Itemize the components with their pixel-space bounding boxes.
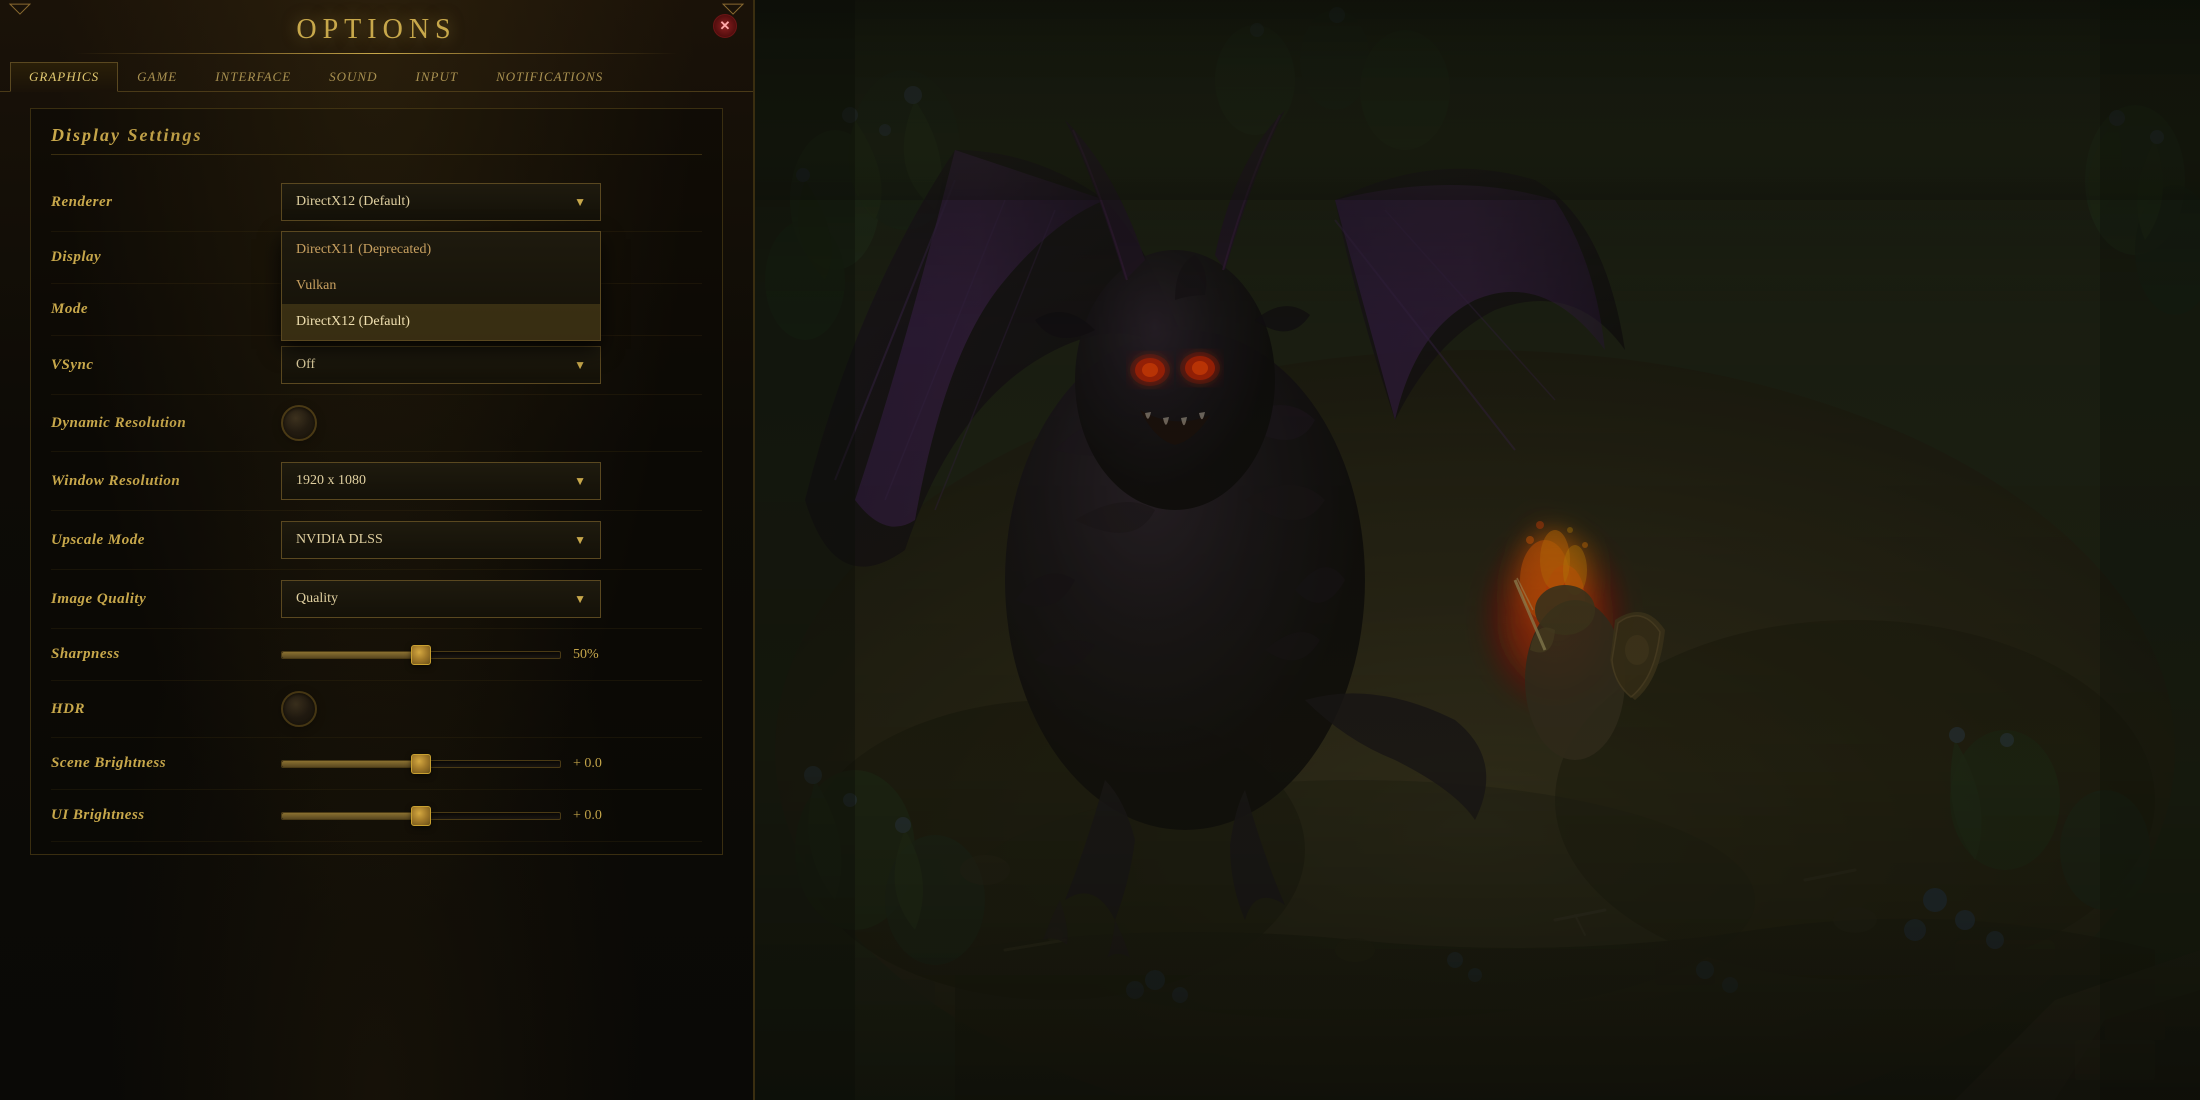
window-resolution-label: Window Resolution — [51, 473, 281, 490]
upscale-mode-arrow-icon: ▼ — [574, 533, 586, 548]
scene-brightness-thumb[interactable] — [411, 754, 431, 774]
upscale-mode-row: Upscale Mode NVIDIA DLSS ▼ — [51, 511, 702, 570]
game-scene-panel — [755, 0, 2200, 1100]
content-area: Display Settings Renderer DirectX12 (Def… — [0, 92, 753, 1100]
sharpness-track — [281, 651, 561, 659]
dynamic-resolution-control — [281, 405, 702, 441]
ui-brightness-track — [281, 812, 561, 820]
vsync-arrow-icon: ▼ — [574, 358, 586, 373]
tab-sound[interactable]: Sound — [310, 62, 396, 91]
tab-input[interactable]: Input — [397, 62, 478, 91]
options-panel: Options ✕ Graphics Game Interface Sound … — [0, 0, 755, 1100]
ui-brightness-control: + 0.0 — [281, 808, 702, 824]
image-quality-arrow-icon: ▼ — [574, 592, 586, 607]
scene-brightness-label: Scene Brightness — [51, 755, 281, 772]
scene-brightness-slider-container: + 0.0 — [281, 756, 702, 772]
window-resolution-dropdown[interactable]: 1920 x 1080 ▼ — [281, 462, 601, 500]
dynamic-resolution-toggle[interactable] — [281, 405, 317, 441]
tab-graphics[interactable]: Graphics — [10, 62, 118, 92]
renderer-option-vulkan[interactable]: Vulkan — [282, 268, 600, 304]
sharpness-row: Sharpness 50% — [51, 629, 702, 681]
nav-tabs: Graphics Game Interface Sound Input Noti… — [0, 54, 753, 92]
sharpness-thumb[interactable] — [411, 645, 431, 665]
close-button[interactable]: ✕ — [713, 14, 737, 38]
upscale-mode-dropdown[interactable]: NVIDIA DLSS ▼ — [281, 521, 601, 559]
ui-brightness-label: UI Brightness — [51, 807, 281, 824]
hdr-control — [281, 691, 702, 727]
renderer-dropdown-menu: DirectX11 (Deprecated) Vulkan DirectX12 … — [281, 231, 601, 341]
renderer-option-dx11[interactable]: DirectX11 (Deprecated) — [282, 232, 600, 268]
scene-brightness-row: Scene Brightness + 0.0 — [51, 738, 702, 790]
ui-brightness-thumb[interactable] — [411, 806, 431, 826]
tab-game[interactable]: Game — [118, 62, 196, 91]
scene-brightness-fill — [282, 761, 421, 767]
dynamic-resolution-row: Dynamic Resolution — [51, 395, 702, 452]
scene-brightness-control: + 0.0 — [281, 756, 702, 772]
sharpness-slider-container: 50% — [281, 647, 702, 663]
title-bar: Options ✕ — [0, 0, 753, 54]
window-resolution-control: 1920 x 1080 ▼ — [281, 462, 702, 500]
hdr-label: HDR — [51, 701, 281, 718]
vsync-value: Off — [296, 357, 315, 373]
renderer-label: Renderer — [51, 194, 281, 211]
vsync-label: VSync — [51, 357, 281, 374]
renderer-option-dx12[interactable]: DirectX12 (Default) — [282, 304, 600, 340]
dynamic-resolution-label: Dynamic Resolution — [51, 415, 281, 432]
vsync-dropdown[interactable]: Off ▼ — [281, 346, 601, 384]
sharpness-value: 50% — [573, 647, 618, 663]
image-quality-label: Image Quality — [51, 591, 281, 608]
vsync-control: Off ▼ — [281, 346, 702, 384]
ui-brightness-row: UI Brightness + 0.0 — [51, 790, 702, 842]
scene-brightness-track — [281, 760, 561, 768]
window-resolution-value: 1920 x 1080 — [296, 473, 366, 489]
game-scene-svg — [755, 0, 2200, 1100]
hdr-toggle[interactable] — [281, 691, 317, 727]
renderer-row: Renderer DirectX12 (Default) ▼ DirectX11… — [51, 173, 702, 232]
image-quality-row: Image Quality Quality ▼ — [51, 570, 702, 629]
tab-interface[interactable]: Interface — [196, 62, 310, 91]
window-title: Options — [296, 14, 456, 46]
display-label: Display — [51, 249, 281, 266]
vsync-row: VSync Off ▼ — [51, 336, 702, 395]
sharpness-fill — [282, 652, 421, 658]
window-resolution-arrow-icon: ▼ — [574, 474, 586, 489]
window-resolution-row: Window Resolution 1920 x 1080 ▼ — [51, 452, 702, 511]
game-scene — [755, 0, 2200, 1100]
settings-container: Renderer DirectX12 (Default) ▼ DirectX11… — [51, 173, 702, 842]
scene-brightness-value: + 0.0 — [573, 756, 618, 772]
section-title: Display Settings — [51, 125, 702, 155]
upscale-mode-value: NVIDIA DLSS — [296, 532, 383, 548]
hdr-row: HDR — [51, 681, 702, 738]
image-quality-dropdown[interactable]: Quality ▼ — [281, 580, 601, 618]
renderer-dropdown[interactable]: DirectX12 (Default) ▼ — [281, 183, 601, 221]
ui-brightness-value: + 0.0 — [573, 808, 618, 824]
upscale-mode-label: Upscale Mode — [51, 532, 281, 549]
renderer-value: DirectX12 (Default) — [296, 194, 410, 210]
ui-brightness-fill — [282, 813, 421, 819]
ui-brightness-slider-container: + 0.0 — [281, 808, 702, 824]
sharpness-label: Sharpness — [51, 646, 281, 663]
image-quality-value: Quality — [296, 591, 338, 607]
upscale-mode-control: NVIDIA DLSS ▼ — [281, 521, 702, 559]
renderer-arrow-icon: ▼ — [574, 195, 586, 210]
sharpness-control: 50% — [281, 647, 702, 663]
tab-notifications[interactable]: Notifications — [477, 62, 622, 91]
renderer-control: DirectX12 (Default) ▼ — [281, 183, 702, 221]
mode-label: Mode — [51, 301, 281, 318]
image-quality-control: Quality ▼ — [281, 580, 702, 618]
